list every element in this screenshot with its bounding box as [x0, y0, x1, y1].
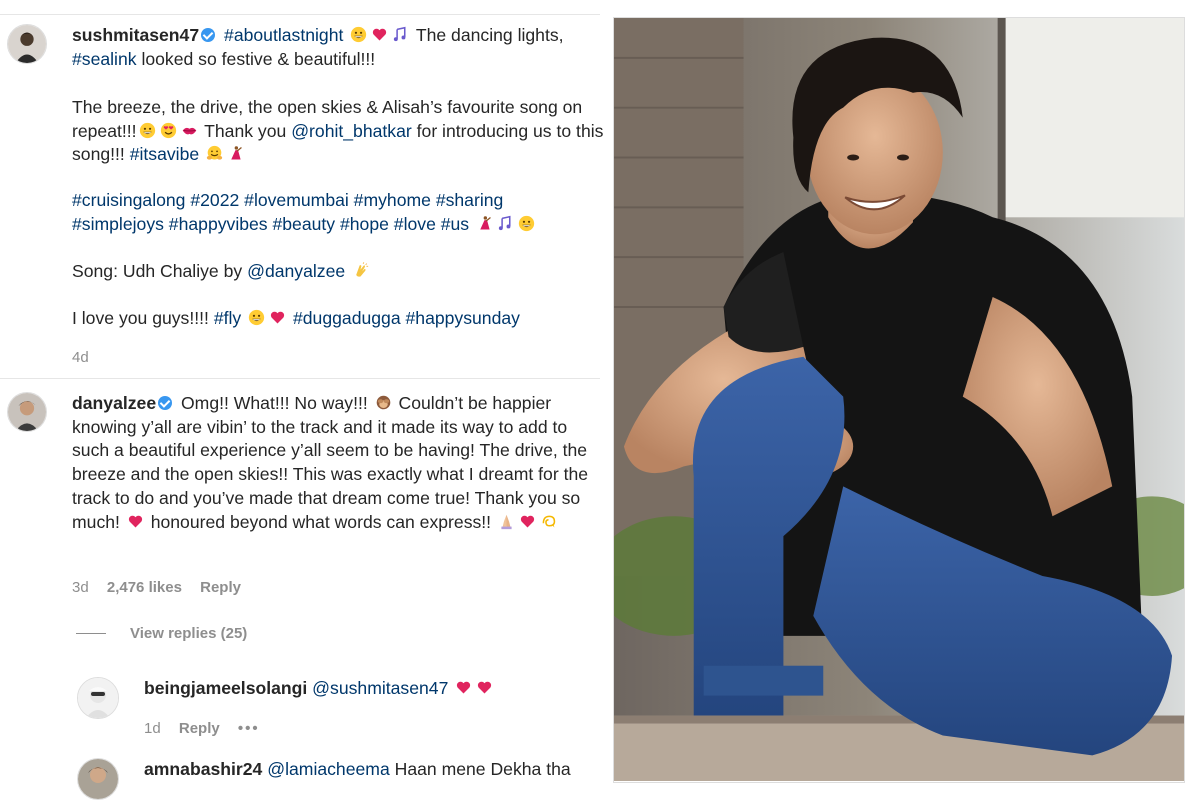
mention-link[interactable]: @lamiacheema: [267, 759, 390, 779]
avatar[interactable]: [7, 24, 47, 64]
caption-line1: The dancing lights,: [415, 25, 564, 45]
comment-text-c: honoured beyond what words can express!!: [150, 511, 492, 532]
likes-count[interactable]: 2,476 likes: [107, 579, 182, 596]
view-replies-button[interactable]: View replies (25): [76, 625, 247, 642]
grin-emoji-icon: [139, 122, 156, 139]
photo-illustration: [614, 18, 1184, 782]
hashtag-list[interactable]: #duggadugga #happysunday: [293, 308, 520, 328]
reply-button[interactable]: Reply: [200, 579, 241, 596]
see-no-evil-emoji-icon: [375, 394, 392, 411]
hashtag[interactable]: #itsavibe: [130, 144, 199, 164]
username[interactable]: sushmitasen47: [72, 25, 199, 45]
sub-reply-text: beingjameelsolangi @sushmitasen47: [144, 677, 604, 701]
sub-reply-meta: 1d Reply •••: [144, 720, 274, 737]
divider: [0, 378, 600, 379]
caption-tags: #cruisingalong #2022 #lovemumbai #myhome…: [72, 189, 607, 213]
song-label: Song: Udh Chaliye by: [72, 261, 243, 281]
caption-paragraph-2: The breeze, the drive, the open skies & …: [72, 96, 607, 167]
timestamp[interactable]: 4d: [72, 349, 89, 366]
verified-badge-icon: [201, 28, 216, 42]
mention-link[interactable]: @sushmitasen47: [312, 678, 448, 698]
comment-text-a: Omg!! What!!! No way!!!: [181, 393, 368, 413]
grin-emoji-icon: [350, 26, 367, 43]
avatar[interactable]: [77, 758, 119, 800]
clap-emoji-icon: [352, 262, 369, 279]
view-replies-label: View replies (25): [130, 625, 248, 642]
profile-photo: [613, 17, 1185, 783]
heart-emoji-icon: [476, 679, 493, 696]
caption-line2-text: looked so festive & beautiful!!!: [141, 49, 376, 69]
username[interactable]: amnabashir24: [144, 759, 262, 779]
avatar[interactable]: [77, 677, 119, 719]
pray-emoji-icon: [498, 513, 515, 530]
hug-emoji-icon: [206, 145, 223, 162]
timestamp[interactable]: 1d: [144, 720, 161, 737]
love-text: I love you guys!!!!: [72, 308, 209, 328]
grin-emoji-icon: [518, 215, 535, 232]
grin-emoji-icon: [248, 309, 265, 326]
comment-text: danyalzee Omg!! What!!! No way!!! Couldn…: [72, 392, 592, 534]
dizzy-emoji-icon: [540, 513, 557, 530]
music-notes-emoji-icon: [497, 215, 514, 232]
sub-reply-text-body: Haan mene Dekha tha: [394, 759, 571, 779]
hashtag[interactable]: #fly: [214, 308, 241, 328]
hashtag-list[interactable]: #simplejoys #happyvibes #beauty #hope #l…: [72, 214, 469, 234]
mention-link[interactable]: @danyalzee: [247, 261, 345, 281]
heart-emoji-icon: [519, 513, 536, 530]
verified-badge-icon: [158, 396, 173, 410]
hashtag-list[interactable]: #cruisingalong #2022 #lovemumbai #myhome…: [72, 190, 503, 210]
kiss-lips-emoji-icon: [181, 122, 198, 139]
caption-love: I love you guys!!!! #fly #duggadugga #ha…: [72, 307, 607, 331]
divider: [0, 14, 600, 15]
username[interactable]: beingjameelsolangi: [144, 678, 307, 698]
comment-meta: 3d 2,476 likes Reply: [72, 579, 255, 596]
dancer-emoji-icon: [476, 215, 493, 232]
timestamp[interactable]: 3d: [72, 579, 89, 596]
more-options-icon[interactable]: •••: [238, 720, 260, 737]
hashtag[interactable]: #sealink: [72, 49, 137, 69]
heart-eyes-emoji-icon: [160, 122, 177, 139]
music-notes-emoji-icon: [392, 26, 409, 43]
caption-song: Song: Udh Chaliye by @danyalzee: [72, 260, 607, 284]
avatar[interactable]: [7, 392, 47, 432]
heart-emoji-icon: [371, 26, 388, 43]
hashtag[interactable]: #aboutlastnight: [224, 25, 343, 45]
sub-reply-text: amnabashir24 @lamiacheema Haan mene Dekh…: [144, 758, 604, 782]
username[interactable]: danyalzee: [72, 393, 156, 413]
comments-panel: sushmitasen47 #aboutlastnight The dancin…: [0, 0, 607, 800]
heart-emoji-icon: [455, 679, 472, 696]
mention-link[interactable]: @rohit_bhatkar: [291, 121, 412, 141]
reply-button[interactable]: Reply: [179, 720, 220, 737]
caption-tags-2: #simplejoys #happyvibes #beauty #hope #l…: [72, 213, 607, 237]
heart-emoji-icon: [127, 513, 144, 530]
caption-line2: #sealink looked so festive & beautiful!!…: [72, 48, 607, 72]
replies-line: [76, 633, 106, 634]
caption-text: sushmitasen47 #aboutlastnight The dancin…: [72, 24, 607, 48]
caption-para2-b: Thank you: [204, 120, 287, 141]
heart-emoji-icon: [269, 309, 286, 326]
dancer-emoji-icon: [227, 145, 244, 162]
post-time: 4d: [72, 349, 103, 366]
